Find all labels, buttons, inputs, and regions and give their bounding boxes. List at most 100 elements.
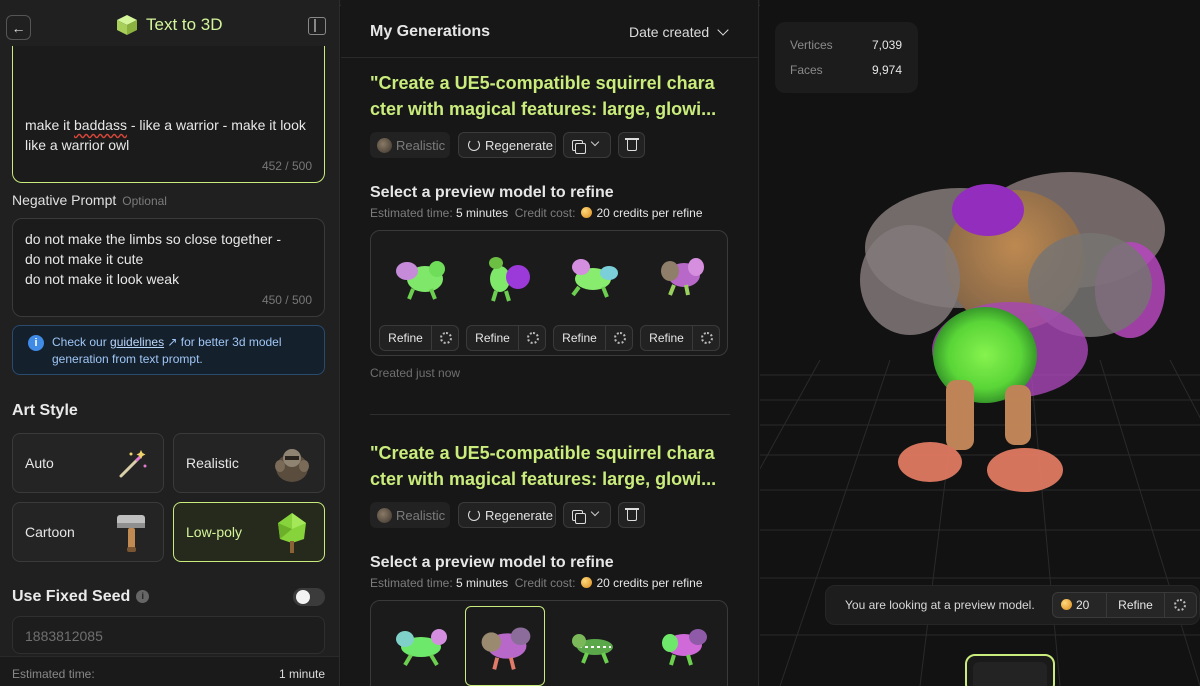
delete-button[interactable] (618, 502, 645, 528)
chevron-down-icon (717, 24, 729, 36)
art-style-label: Cartoon (25, 524, 75, 540)
refresh-icon (468, 139, 480, 151)
select-preview-heading: Select a preview model to refine (370, 554, 614, 571)
refine-button-group: Refine (379, 325, 459, 351)
preview-model-thumbnail[interactable] (646, 243, 720, 307)
refine-button[interactable]: Refine (554, 326, 606, 350)
generations-heading: My Generations (370, 23, 491, 40)
copy-dropdown-button[interactable] (563, 502, 611, 528)
settings-gear-icon[interactable] (440, 332, 452, 344)
negative-prompt-label-text: Negative Prompt (12, 192, 117, 208)
copy-icon (572, 140, 586, 154)
panel-title-text: Text to 3D (146, 15, 223, 34)
realistic-avatar-icon (377, 508, 392, 523)
hammer-icon (117, 515, 145, 552)
info-icon: i (28, 335, 44, 351)
refine-button[interactable]: Refine (380, 326, 432, 350)
collapse-sidebar-icon[interactable] (308, 17, 326, 35)
art-style-label: Realistic (186, 455, 239, 471)
refine-button[interactable]: Refine (1107, 593, 1165, 617)
generation-divider (370, 414, 730, 415)
art-style-realistic[interactable]: Realistic (173, 433, 325, 493)
regenerate-button[interactable]: Regenerate (458, 132, 556, 158)
fixed-seed-heading: Use Fixed Seed i (12, 588, 150, 606)
refine-button[interactable]: Refine (467, 326, 519, 350)
refine-button[interactable]: Refine (641, 326, 693, 350)
external-link-icon: ↗ (164, 335, 178, 349)
art-style-low-poly[interactable]: Low-poly (173, 502, 325, 562)
selected-model-thumbnail[interactable] (965, 654, 1055, 686)
arrow-left-icon: ← (11, 19, 26, 36)
settings-gear-icon[interactable] (614, 332, 626, 344)
regenerate-button[interactable]: Regenerate (458, 502, 556, 528)
preview-model-thumbnail[interactable] (385, 243, 459, 307)
refine-action-group: 20 Refine (1052, 592, 1197, 618)
coin-icon (581, 207, 593, 218)
preview-grid (370, 600, 728, 686)
negative-prompt-char-count: 450 / 500 (261, 293, 312, 307)
back-button[interactable]: ← (6, 15, 31, 40)
model-viewport[interactable]: Vertices 7,039 Faces 9,974 You are looki… (760, 0, 1200, 686)
negative-prompt-textarea[interactable]: do not make the limbs so close together … (12, 218, 325, 317)
model-viewer-canvas[interactable] (760, 0, 1200, 686)
est-label: Estimated time: (370, 576, 453, 590)
sort-dropdown[interactable]: Date created (629, 24, 729, 40)
coin-icon (1061, 599, 1072, 610)
settings-gear-icon[interactable] (527, 332, 539, 344)
credit-cost-value: 20 (1076, 598, 1090, 612)
optional-tag: Optional (122, 194, 167, 208)
preview-grid: Refine Refine Refine Refine (370, 230, 728, 356)
preview-model-thumbnail[interactable] (559, 243, 633, 307)
art-style-cartoon[interactable]: Cartoon (12, 502, 164, 562)
refine-button-group: Refine (640, 325, 720, 351)
cost-value: 20 credits per refine (596, 576, 703, 590)
credit-cost: 20 (1053, 593, 1107, 617)
style-badge-label: Realistic (396, 137, 446, 153)
generation-title-line: "Create a UE5-compatible squirrel chara (370, 73, 715, 93)
stat-value: 9,974 (871, 63, 902, 77)
copy-icon (572, 510, 586, 524)
preview-model-thumbnail[interactable] (385, 613, 459, 677)
delete-button[interactable] (618, 132, 645, 158)
est-value: 5 minutes (456, 576, 509, 590)
preview-model-thumbnail[interactable] (472, 243, 546, 307)
creature-model (860, 172, 1165, 492)
preview-model-thumbnail-selected[interactable] (465, 606, 545, 686)
preview-model-thumbnail[interactable] (646, 613, 720, 677)
preview-notice-bar: You are looking at a preview model. 20 R… (825, 585, 1200, 625)
generation-title-line: cter with magical features: large, glowi… (370, 469, 717, 489)
armor-knight-icon (275, 449, 309, 482)
trash-icon (625, 138, 639, 151)
generation-title-line: cter with magical features: large, glowi… (370, 99, 717, 119)
trash-icon (625, 508, 639, 521)
settings-gear-icon[interactable] (701, 332, 713, 344)
info-icon[interactable]: i (136, 590, 150, 603)
preview-meta: Estimated time: 5 minutes Credit cost: 20… (370, 576, 703, 590)
fixed-seed-toggle[interactable] (293, 588, 325, 606)
mesh-stats-panel: Vertices 7,039 Faces 9,974 (775, 22, 918, 93)
select-preview-heading: Select a preview model to refine (370, 184, 614, 201)
guidelines-info-banner: i Check our guidelines ↗ for better 3d m… (12, 325, 325, 375)
created-timestamp: Created just now (370, 366, 461, 380)
estimated-time-value: 1 minute (278, 667, 325, 681)
coin-icon (581, 577, 593, 588)
guidelines-link[interactable]: guidelines (110, 335, 164, 349)
art-style-auto[interactable]: Auto (12, 433, 164, 493)
left-panel-header: ← Text to 3D (0, 6, 339, 46)
cost-value: 20 credits per refine (596, 206, 703, 220)
prompt-text: make it baddass - like a warrior - make … (25, 115, 320, 155)
prompt-textarea[interactable]: make it baddass - like a warrior - make … (12, 46, 325, 183)
preview-model-thumbnail[interactable] (559, 613, 633, 677)
left-panel: ← Text to 3D make it baddass - like a wa… (0, 0, 340, 686)
art-style-label: Auto (25, 455, 54, 471)
settings-gear-icon[interactable] (1174, 599, 1186, 611)
preview-notice-text: You are looking at a preview model. (845, 598, 1035, 612)
info-text: Check our guidelines ↗ for better 3d mod… (52, 334, 317, 368)
negative-prompt-text: do not make the limbs so close together … (25, 231, 282, 287)
stat-label: Vertices (790, 38, 833, 52)
seed-input[interactable]: 1883812085 (12, 616, 325, 654)
copy-dropdown-button[interactable] (563, 132, 611, 158)
estimated-time-label: Estimated time: (12, 667, 95, 681)
style-badge-label: Realistic (396, 507, 446, 523)
fixed-seed-heading-text: Use Fixed Seed (12, 588, 131, 605)
